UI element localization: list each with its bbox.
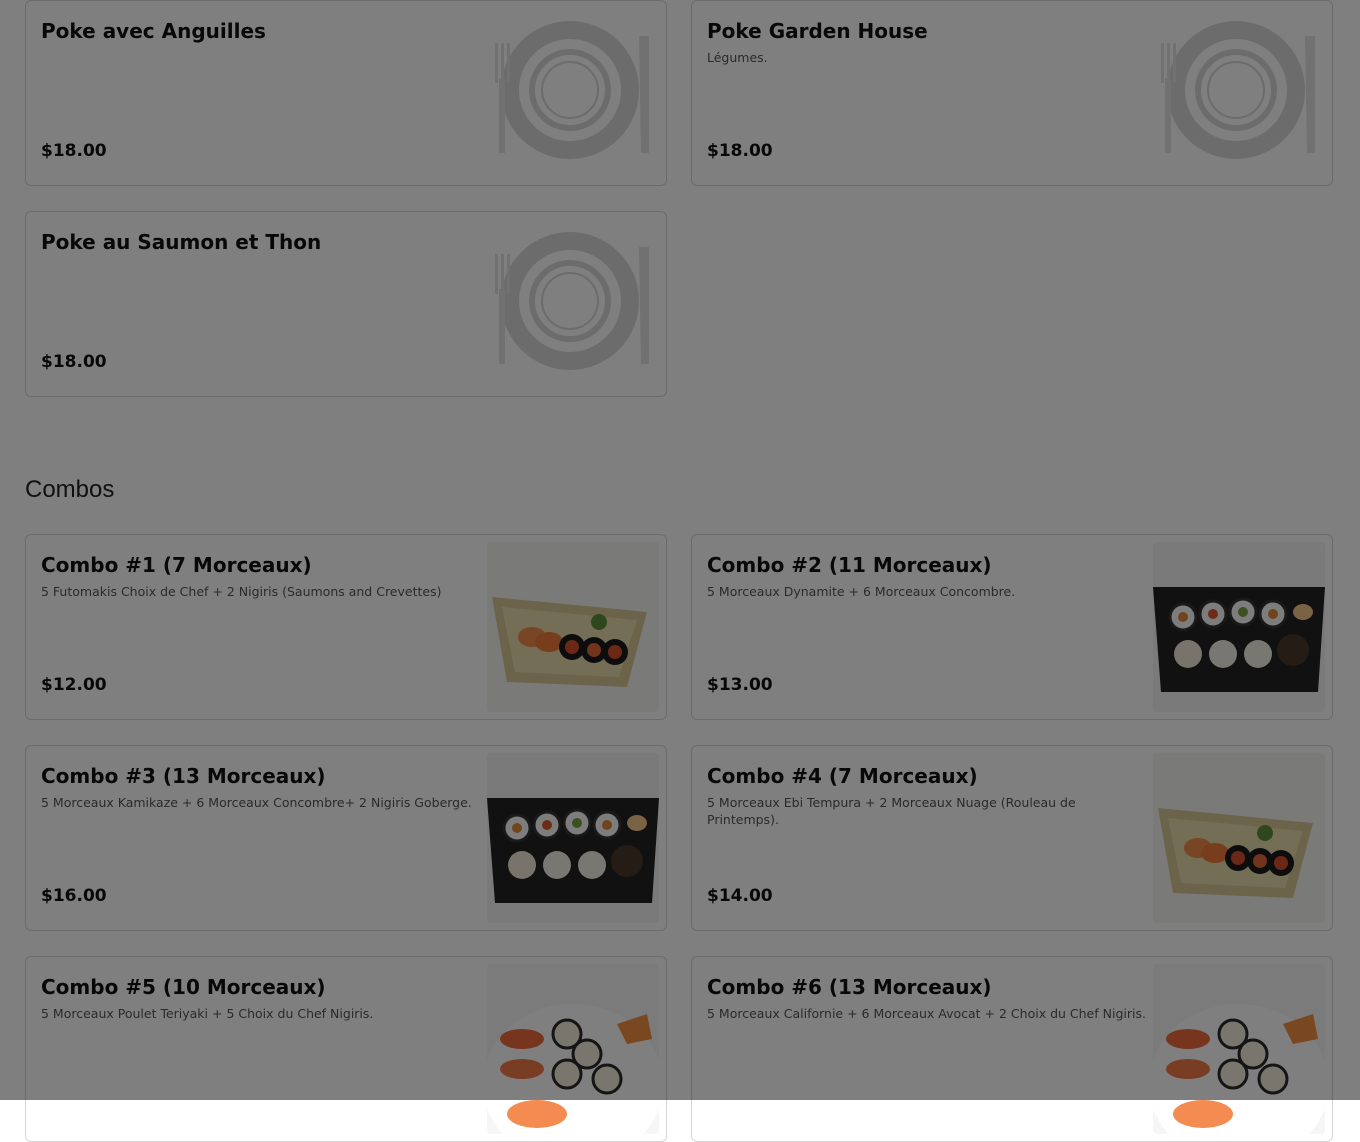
menu-item-card[interactable]: Combo #2 (11 Morceaux) 5 Morceaux Dynami… — [691, 534, 1333, 720]
section-heading-combos: Combos — [25, 476, 115, 503]
item-description: Légumes. — [707, 50, 768, 65]
menu-item-card[interactable]: Combo #6 (13 Morceaux) 5 Morceaux Califo… — [691, 956, 1333, 1142]
item-photo — [487, 753, 659, 923]
item-price: $18.00 — [41, 141, 107, 161]
plate-placeholder-icon — [487, 8, 659, 178]
menu-item-card[interactable]: Poke au Saumon et Thon $18.00 — [25, 211, 667, 397]
item-price: $13.00 — [707, 675, 773, 695]
plate-placeholder-icon — [1153, 8, 1325, 178]
item-title: Combo #6 (13 Morceaux) — [707, 975, 992, 999]
item-title: Combo #5 (10 Morceaux) — [41, 975, 326, 999]
item-price: $16.00 — [41, 886, 107, 906]
item-description: 5 Futomakis Choix de Chef + 2 Nigiris (S… — [41, 584, 442, 599]
menu-item-card[interactable]: Poke Garden House Légumes. $18.00 — [691, 0, 1333, 186]
item-photo — [1153, 964, 1325, 1134]
item-photo — [1153, 753, 1325, 923]
menu-item-card[interactable]: Combo #5 (10 Morceaux) 5 Morceaux Poulet… — [25, 956, 667, 1142]
item-price: $12.00 — [41, 675, 107, 695]
item-photo — [1153, 542, 1325, 712]
item-title: Poke avec Anguilles — [41, 19, 266, 43]
item-title: Combo #4 (7 Morceaux) — [707, 764, 978, 788]
item-price: $18.00 — [707, 141, 773, 161]
menu-item-card[interactable]: Poke avec Anguilles $18.00 — [25, 0, 667, 186]
item-description: 5 Morceaux Poulet Teriyaki + 5 Choix du … — [41, 1006, 374, 1021]
item-description: 5 Morceaux Californie + 6 Morceaux Avoca… — [707, 1006, 1146, 1021]
menu-item-card[interactable]: Combo #1 (7 Morceaux) 5 Futomakis Choix … — [25, 534, 667, 720]
item-description: 5 Morceaux Ebi Tempura + 2 Morceaux Nuag… — [707, 795, 1076, 827]
menu-page: Poke avec Anguilles $18.00 Poke Garden H… — [0, 0, 1360, 1142]
item-title: Poke Garden House — [707, 19, 928, 43]
menu-item-card[interactable]: Combo #4 (7 Morceaux) 5 Morceaux Ebi Tem… — [691, 745, 1333, 931]
item-description: 5 Morceaux Kamikaze + 6 Morceaux Concomb… — [41, 795, 472, 810]
item-title: Combo #1 (7 Morceaux) — [41, 553, 312, 577]
item-title: Combo #2 (11 Morceaux) — [707, 553, 992, 577]
item-title: Poke au Saumon et Thon — [41, 230, 322, 254]
menu-item-card[interactable]: Combo #3 (13 Morceaux) 5 Morceaux Kamika… — [25, 745, 667, 931]
item-price: $14.00 — [707, 886, 773, 906]
item-title: Combo #3 (13 Morceaux) — [41, 764, 326, 788]
item-photo — [487, 964, 659, 1134]
item-price: $18.00 — [41, 352, 107, 372]
plate-placeholder-icon — [487, 219, 659, 389]
item-description: 5 Morceaux Dynamite + 6 Morceaux Concomb… — [707, 584, 1016, 599]
item-photo — [487, 542, 659, 712]
